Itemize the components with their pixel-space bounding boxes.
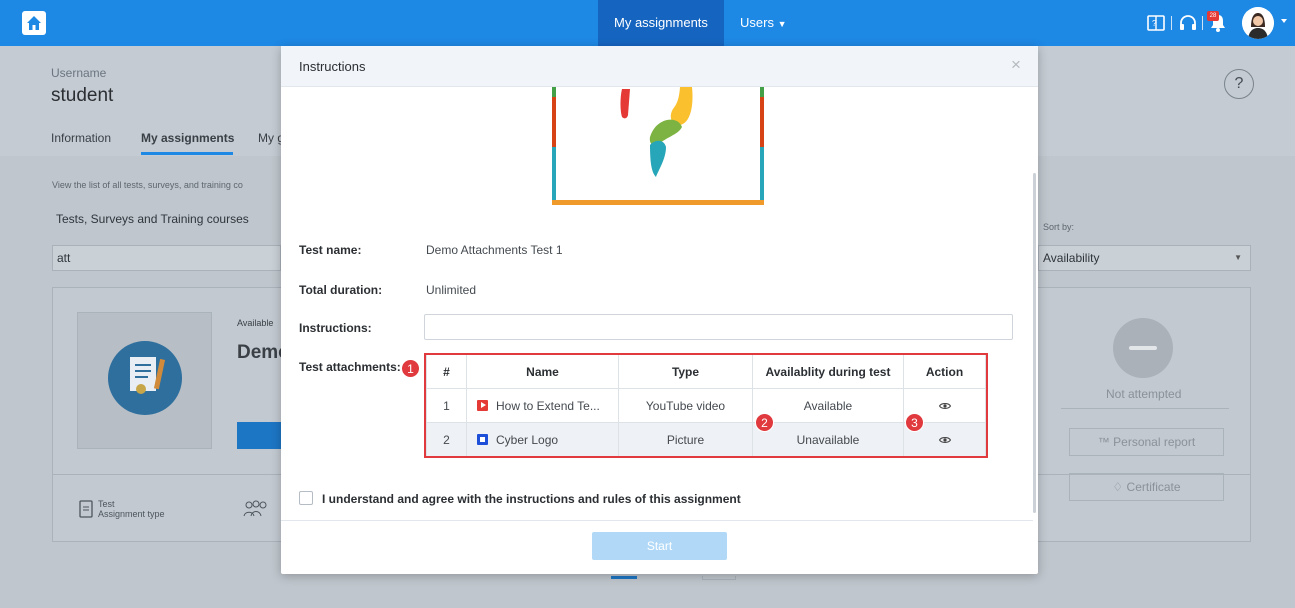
callout-badge-2: 2: [755, 413, 774, 432]
agree-checkbox[interactable]: [299, 491, 313, 505]
modal-scrollbar[interactable]: [1033, 173, 1036, 513]
test-name-value: Demo Attachments Test 1: [426, 243, 563, 257]
assignment-type-select[interactable]: Tests, Surveys and Training courses: [52, 207, 281, 233]
modal-header: Instructions ×: [281, 46, 1038, 87]
tab-information[interactable]: Information: [51, 131, 111, 145]
total-duration-label: Total duration:: [299, 283, 383, 297]
assignments-hint: View the list of all tests, surveys, and…: [52, 180, 243, 190]
total-duration-value: Unlimited: [426, 283, 477, 297]
sort-by-label: Sort by:: [1043, 222, 1075, 232]
sort-select[interactable]: Availability ▼: [1038, 245, 1251, 271]
toolbar-divider: [1202, 16, 1203, 30]
svg-text:?: ?: [1152, 19, 1157, 28]
search-input[interactable]: att: [52, 245, 281, 271]
callout-badge-1: 1: [401, 359, 420, 378]
agree-label[interactable]: I understand and agree with the instruct…: [322, 492, 741, 506]
assignment-type-value: Test: [98, 499, 115, 509]
pagination-indicator: [611, 576, 637, 579]
test-attachments-label: Test attachments:: [299, 360, 401, 374]
avatar-chevron-icon[interactable]: [1281, 19, 1287, 23]
notification-badge: 28: [1207, 11, 1219, 21]
close-icon[interactable]: ×: [1011, 55, 1021, 75]
chevron-down-icon: ▼: [777, 19, 787, 29]
award-icon: ♢: [1112, 480, 1124, 494]
test-logo-image: [552, 87, 764, 207]
availability-label: Available: [237, 318, 274, 328]
top-navigation-bar: My assignments Users ▼ ? 28: [0, 0, 1295, 46]
status-divider: [1061, 408, 1229, 409]
chevron-down-icon: ▼: [1234, 253, 1242, 262]
username-value: student: [51, 85, 114, 106]
instructions-label: Instructions:: [299, 321, 372, 335]
tab-users[interactable]: Users ▼: [724, 0, 803, 46]
username-label: Username: [51, 66, 107, 80]
sort-select-value: Availability: [1043, 251, 1100, 265]
personal-report-button[interactable]: ™ Personal report: [1069, 428, 1224, 456]
certificate-label: Certificate: [1126, 480, 1181, 494]
certificate-document-icon: [108, 341, 182, 415]
tab-users-label: Users: [740, 15, 774, 30]
bar-chart-icon: ™: [1097, 435, 1110, 449]
headset-icon[interactable]: [1178, 13, 1198, 36]
assignment-type-label: Assignment type: [98, 509, 165, 519]
card-action-button[interactable]: [237, 422, 283, 449]
help-button[interactable]: ?: [1224, 69, 1254, 99]
test-name-label: Test name:: [299, 243, 362, 257]
start-button[interactable]: Start: [592, 532, 727, 560]
tab-my-assignments[interactable]: My assignments: [598, 0, 724, 46]
modal-footer-divider: [281, 520, 1033, 521]
certificate-button[interactable]: ♢ Certificate: [1069, 473, 1224, 501]
document-icon: [79, 500, 93, 521]
status-text: Not attempted: [1106, 387, 1182, 401]
pagination-box: [702, 576, 736, 580]
instructions-modal: Instructions × Test name: Demo Attachmen…: [281, 46, 1038, 574]
avatar[interactable]: [1242, 7, 1274, 39]
personal-report-label: Personal report: [1113, 435, 1196, 449]
toolbar-divider: [1171, 16, 1172, 30]
modal-title: Instructions: [299, 59, 366, 74]
attachments-highlight: [424, 353, 988, 458]
not-attempted-icon: [1113, 318, 1173, 378]
home-icon[interactable]: [22, 11, 46, 35]
active-tab-indicator: [141, 152, 233, 155]
users-group-icon: [243, 500, 269, 521]
help-book-icon[interactable]: ?: [1146, 13, 1166, 36]
tab-my-assignments-profile[interactable]: My assignments: [141, 131, 234, 145]
callout-badge-3: 3: [905, 413, 924, 432]
instructions-field[interactable]: [424, 314, 1013, 340]
